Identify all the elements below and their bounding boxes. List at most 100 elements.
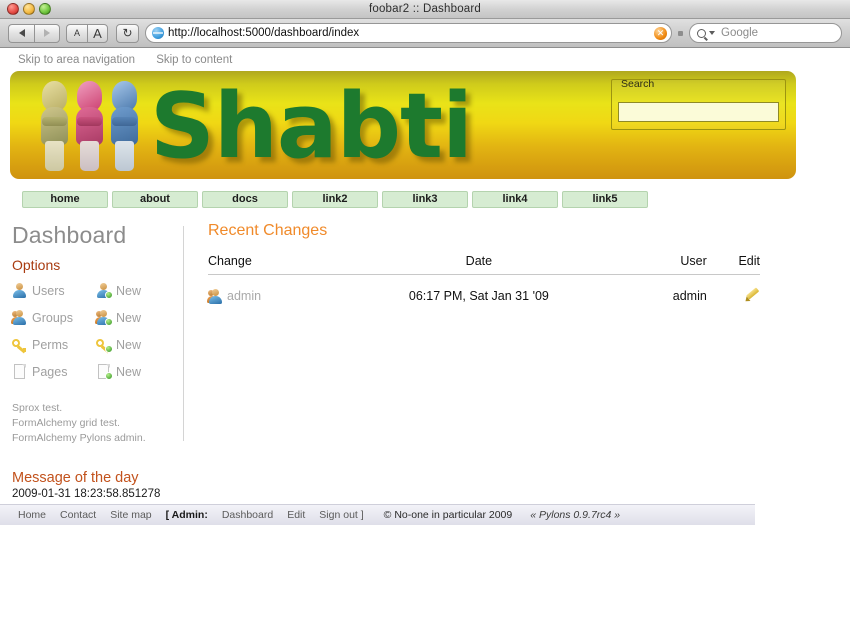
footer-admin-group: [ Admin: Dashboard Edit Sign out ] [166, 509, 364, 521]
cell-change-text[interactable]: admin [227, 289, 261, 303]
text-smaller-button[interactable]: A [66, 23, 87, 43]
window-titlebar: foobar2 :: Dashboard [0, 0, 850, 19]
table-row: admin 06:17 PM, Sat Jan 31 '09 admin [207, 275, 760, 306]
chevron-down-icon[interactable] [709, 31, 715, 35]
formalchemy-grid-test-link[interactable]: FormAlchemy grid test. [12, 416, 183, 431]
message-of-the-day: Message of the day 2009-01-31 18:23:58.8… [12, 470, 850, 500]
recent-changes-heading: Recent Changes [208, 222, 328, 239]
skip-to-content-link[interactable]: Skip to content [156, 54, 232, 66]
bookmarks-separator-icon [678, 30, 683, 36]
shabti-figurine-gold-icon [38, 81, 71, 171]
shabti-figurines-logo [38, 81, 144, 171]
column-header-edit: Edit [706, 254, 760, 275]
page-content: Skip to area navigation Skip to content … [0, 48, 850, 623]
nav-tab-home[interactable]: home [22, 191, 108, 208]
sidebar-item-new-page[interactable]: New [96, 364, 180, 380]
sidebar-item-new-perm[interactable]: New [94, 337, 180, 353]
sidebar-item-label-new-group: New [116, 310, 142, 325]
sidebar-item-groups[interactable]: Groups [11, 310, 96, 325]
user-add-icon [96, 283, 113, 299]
group-icon [11, 310, 27, 325]
options-grid: Users New Groups New Perms New Pages New [10, 283, 183, 380]
browser-window: foobar2 :: Dashboard A A ↻ http://localh… [0, 0, 850, 623]
sidebar-item-new-user[interactable]: New [96, 283, 180, 299]
main-navigation: home about docs link2 link3 link4 link5 [22, 191, 850, 208]
search-icon [697, 28, 706, 38]
sidebar-item-users[interactable]: Users [12, 283, 96, 298]
pencil-icon[interactable] [743, 287, 760, 304]
page-add-icon [96, 364, 113, 380]
footer-link-contact[interactable]: Contact [60, 509, 96, 521]
footer-copyright: © No-one in particular 2009 [383, 509, 513, 521]
formalchemy-pylons-admin-link[interactable]: FormAlchemy Pylons admin. [12, 431, 183, 446]
footer-link-home[interactable]: Home [18, 509, 46, 521]
text-larger-button[interactable]: A [87, 23, 108, 43]
page-icon [12, 364, 27, 379]
sidebar-item-label-pages: Pages [32, 364, 68, 379]
back-arrow-icon [18, 29, 25, 37]
address-bar-url: http://localhost:5000/dashboard/index [168, 27, 360, 39]
window-controls [7, 3, 51, 15]
key-icon [10, 337, 27, 353]
nav-tab-about[interactable]: about [112, 191, 198, 208]
address-bar[interactable]: http://localhost:5000/dashboard/index ✕ [145, 23, 672, 43]
column-header-user: User [627, 254, 707, 275]
nav-tab-docs[interactable]: docs [202, 191, 288, 208]
forward-arrow-icon [44, 29, 50, 37]
motd-body: 2009-01-31 18:23:58.851278 [12, 488, 161, 500]
sidebar-item-perms[interactable]: Perms [10, 337, 96, 353]
nav-tab-link2[interactable]: link2 [292, 191, 378, 208]
footer-link-signout[interactable]: Sign out ] [319, 509, 363, 521]
browser-search-placeholder: Google [721, 27, 759, 39]
skip-to-area-navigation-link[interactable]: Skip to area navigation [18, 54, 135, 66]
nav-tab-link3[interactable]: link3 [382, 191, 468, 208]
sidebar-item-new-group[interactable]: New [95, 310, 180, 326]
reload-button[interactable]: ↻ [116, 23, 139, 43]
cell-edit [707, 275, 760, 306]
navigation-buttons [8, 23, 60, 43]
page-columns: Dashboard Options Users New Groups New P… [0, 222, 850, 446]
shabti-figurine-blue-icon [108, 81, 141, 171]
footer-link-sitemap[interactable]: Site map [110, 509, 151, 521]
page-title: Dashboard [12, 222, 127, 248]
text-size-buttons: A A [66, 23, 108, 43]
sidebar: Dashboard Options Users New Groups New P… [0, 222, 183, 446]
browser-toolbar: A A ↻ http://localhost:5000/dashboard/in… [0, 19, 850, 48]
minimize-button[interactable] [23, 3, 35, 15]
close-button[interactable] [7, 3, 19, 15]
shabti-figurine-pink-icon [73, 81, 106, 171]
main-content: Recent Changes Change Date User Edit adm… [184, 222, 850, 446]
key-add-icon [94, 337, 113, 353]
group-add-icon [95, 310, 113, 326]
site-search-input[interactable] [618, 102, 779, 122]
table-header-row: Change Date User Edit [208, 254, 760, 275]
cell-change: admin [207, 275, 331, 306]
sidebar-item-label-groups: Groups [32, 310, 73, 325]
recent-changes-table: Change Date User Edit admin 06:17 PM, Sa… [207, 254, 760, 306]
sidebar-item-label-perms: Perms [32, 337, 69, 352]
site-banner: Shabti Search [10, 71, 796, 179]
footer-admin-label: [ Admin: [165, 509, 208, 521]
options-heading: Options [12, 257, 61, 273]
user-icon [12, 283, 27, 298]
back-button[interactable] [8, 23, 34, 43]
footer-link-edit[interactable]: Edit [287, 509, 305, 521]
stop-loading-button[interactable]: ✕ [654, 27, 667, 40]
sprox-test-link[interactable]: Sprox test. [12, 401, 183, 416]
skip-links: Skip to area navigation Skip to content [0, 48, 850, 71]
user-icon [207, 288, 223, 304]
cell-user: admin [672, 289, 707, 303]
footer-powered-by[interactable]: « Pylons 0.9.7rc4 » [530, 509, 620, 521]
site-search-fieldset: Search [611, 79, 786, 130]
motd-heading: Message of the day [12, 470, 139, 486]
page-footer: Home Contact Site map [ Admin: Dashboard… [0, 504, 755, 525]
nav-tab-link4[interactable]: link4 [472, 191, 558, 208]
test-links: Sprox test. FormAlchemy grid test. FormA… [12, 401, 183, 446]
browser-search-box[interactable]: Google [689, 23, 842, 43]
forward-button[interactable] [34, 23, 60, 43]
nav-tab-link5[interactable]: link5 [562, 191, 648, 208]
footer-link-dashboard[interactable]: Dashboard [222, 509, 273, 521]
zoom-button[interactable] [39, 3, 51, 15]
window-title: foobar2 :: Dashboard [368, 3, 482, 15]
sidebar-item-pages[interactable]: Pages [12, 364, 96, 379]
